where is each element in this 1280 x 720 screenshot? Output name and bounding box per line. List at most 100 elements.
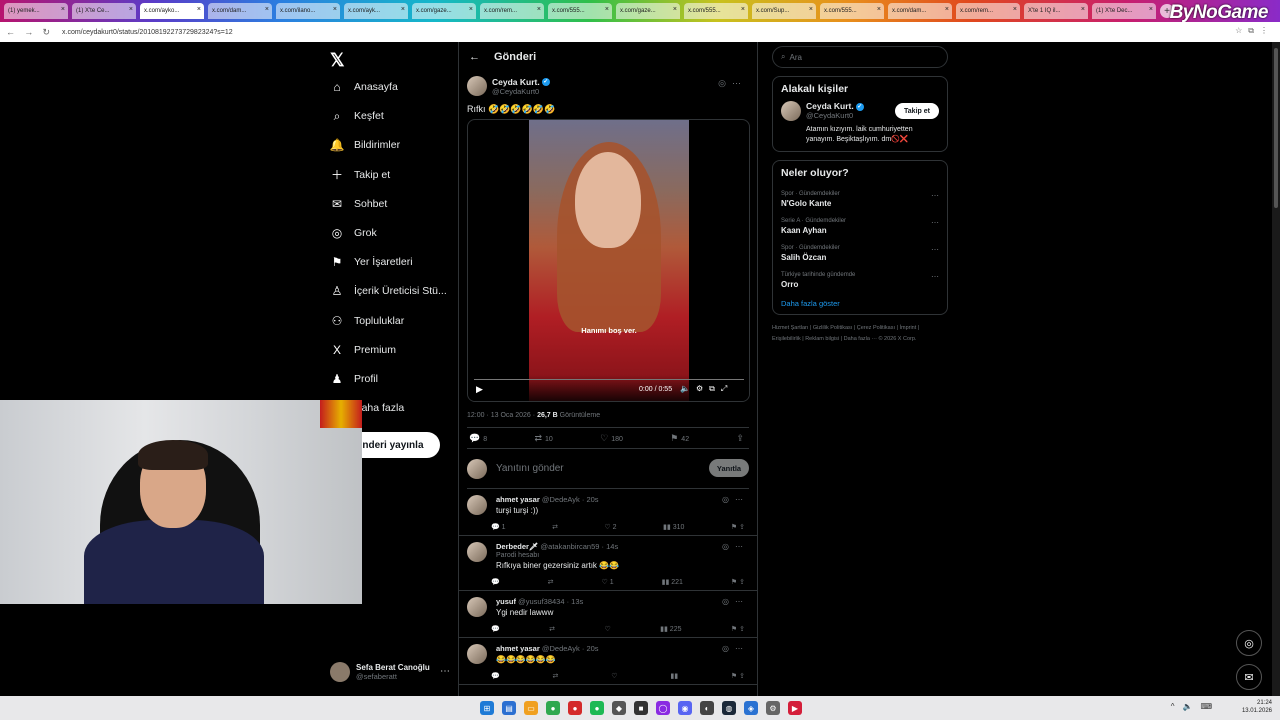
comment-item[interactable]: yusuf @yusuf38434 · 13s Ygi nedir lawww ◎⋯… — [459, 591, 757, 638]
nav-item-bookmark[interactable]: ⚑ Yer İşaretleri — [330, 255, 413, 269]
close-tab-icon[interactable]: × — [401, 6, 405, 13]
bookmark-action[interactable]: ⚑ 42 — [670, 433, 689, 444]
fullscreen-icon[interactable]: ⤢ — [721, 384, 733, 393]
reply-action[interactable]: 💬 — [491, 625, 500, 633]
like-action[interactable]: ♡ 2 — [604, 523, 616, 531]
close-tab-icon[interactable]: × — [265, 6, 269, 13]
volume-icon[interactable]: 🔈 — [680, 384, 696, 393]
browser-tab[interactable]: x.com/Sup... × — [752, 3, 816, 19]
nav-item-creator[interactable]: ♙ İçerik Üreticisi Stü... — [330, 284, 447, 298]
commenter-handle[interactable]: @atakanbircan59 · 14s — [541, 542, 619, 551]
browser-tab[interactable]: x.com/555... × — [820, 3, 884, 19]
views-action[interactable]: ▮▮ 310 — [663, 523, 684, 531]
close-tab-icon[interactable]: × — [333, 6, 337, 13]
bookmark-icon[interactable]: ⚑ ⇪ — [731, 672, 745, 680]
chrome-icon[interactable]: ● — [546, 701, 560, 715]
author-name[interactable]: Ceyda Kurt. — [492, 77, 540, 87]
reply-button[interactable]: Yanıtla — [709, 459, 749, 477]
views-action[interactable]: ▮▮ 221 — [662, 578, 683, 586]
follow-button[interactable]: Takip et — [895, 103, 939, 119]
trend-item[interactable]: Türkiye tarihinde gündemde Orro ⋯ — [781, 272, 939, 289]
close-tab-icon[interactable]: × — [809, 6, 813, 13]
nav-item-communities[interactable]: ⚇ Topluluklar — [330, 314, 405, 328]
close-tab-icon[interactable]: × — [945, 6, 949, 13]
app-icon[interactable]: ● — [568, 701, 582, 715]
commenter-handle[interactable]: @DedeAyk · 20s — [542, 495, 599, 504]
browser-tab[interactable]: (1) yemek... × — [4, 3, 68, 19]
repost-action[interactable]: ⇄ — [549, 625, 555, 633]
browser-tab[interactable]: x.com/555... × — [548, 3, 612, 19]
repost-action[interactable]: ⇄ — [552, 523, 558, 531]
app-icon[interactable]: ◈ — [744, 701, 758, 715]
repost-action[interactable]: ⇄ — [553, 672, 559, 680]
app-icon[interactable]: ◆ — [612, 701, 626, 715]
browser-tab[interactable]: x.com/ayko... × — [140, 3, 204, 19]
x-logo-icon[interactable]: 𝕏 — [330, 50, 345, 71]
commenter-name[interactable]: Derbeder🗡 — [496, 542, 538, 551]
avatar[interactable] — [467, 495, 487, 515]
commenter-handle[interactable]: @yusuf38434 · 13s — [518, 597, 583, 606]
commenter-name[interactable]: ahmet yasar — [496, 644, 540, 653]
close-tab-icon[interactable]: × — [605, 6, 609, 13]
more-dots-icon[interactable]: ⋯ — [735, 495, 749, 504]
nav-item-follow[interactable]: ＋ Takip et — [330, 168, 390, 182]
settings-icon[interactable]: ⚙ — [766, 701, 780, 715]
comment-item[interactable]: ahmet yasar @DedeAyk · 20s 😂😂😂😂😂😂 ◎⋯ 💬 ⇄ ♡ … — [459, 638, 757, 685]
browser-tab[interactable]: X'te 1 IQ il... × — [1024, 3, 1088, 19]
bookmark-icon[interactable]: ⚑ ⇪ — [731, 523, 745, 531]
video-player[interactable]: Hanımı boş ver. ▶ 0:00 / 0:55 🔈⚙⧉⤢ — [467, 119, 750, 402]
video-progress-bar[interactable] — [474, 379, 744, 380]
repost-action[interactable]: ⇄ — [548, 578, 554, 586]
discord-icon[interactable]: ◉ — [678, 701, 692, 715]
close-tab-icon[interactable]: × — [741, 6, 745, 13]
nav-item-bell[interactable]: 🔔 Bildirimler — [330, 138, 401, 152]
browser-tab[interactable]: x.com/dam... × — [208, 3, 272, 19]
menu-icon[interactable]: ⋮ — [1260, 26, 1274, 35]
grok-icon[interactable]: ◎ — [722, 542, 735, 551]
browser-tab[interactable]: x.com/gaze... × — [412, 3, 476, 19]
more-dots-icon[interactable]: ⋯ — [931, 272, 939, 281]
system-tray[interactable]: ^🔈⌨ — [1171, 702, 1220, 711]
like-action[interactable]: ♡ — [611, 672, 617, 680]
repost-action[interactable]: ⇄ 10 — [534, 433, 552, 444]
more-dots-icon[interactable]: ⋯ — [440, 666, 450, 677]
reload-icon[interactable]: ↻ — [42, 27, 50, 38]
like-action[interactable]: ♡ — [604, 625, 610, 633]
comment-item[interactable]: Derbeder🗡 @atakanbircan59 · 14s Parodi he… — [459, 536, 757, 591]
play-icon[interactable]: ▶ — [476, 384, 483, 395]
grok-icon[interactable]: ◎ — [718, 78, 732, 88]
scrollbar[interactable] — [1272, 42, 1280, 696]
nav-item-grok[interactable]: ◎ Grok — [330, 226, 377, 240]
grok-float-icon[interactable]: ◎ — [1236, 630, 1262, 656]
browser-tab[interactable]: x.com/dam... × — [888, 3, 952, 19]
more-dots-icon[interactable]: ⋯ — [735, 542, 749, 551]
extensions-icon[interactable]: ⧉ — [1248, 26, 1260, 35]
nav-item-x-premium[interactable]: X Premium — [330, 343, 396, 357]
back-arrow-icon[interactable]: ← — [469, 51, 480, 63]
search-input[interactable]: ⌕ Ara — [772, 46, 948, 68]
footer-links[interactable]: Hizmet Şartları | Gizlilik Politikası | … — [772, 323, 948, 346]
reply-action[interactable]: 💬 8 — [469, 433, 487, 444]
avatar[interactable] — [467, 644, 487, 664]
settings-icon[interactable]: ⚙ — [696, 384, 709, 393]
browser-tab[interactable]: x.com/ilano... × — [276, 3, 340, 19]
app-icon[interactable]: ■ — [634, 701, 648, 715]
share-icon[interactable]: ⇪ — [736, 433, 744, 444]
pip-icon[interactable]: ⧉ — [709, 384, 721, 393]
nav-item-search[interactable]: ⌕ Keşfet — [330, 109, 384, 123]
like-action[interactable]: ♡ 180 — [600, 433, 623, 444]
close-tab-icon[interactable]: × — [197, 6, 201, 13]
trend-item[interactable]: Spor · Gündemdekiler Salih Özcan ⋯ — [781, 245, 939, 262]
forward-arrow-icon[interactable]: → — [24, 27, 33, 38]
spotify-icon[interactable]: ● — [590, 701, 604, 715]
bookmark-icon[interactable]: ⚑ ⇪ — [731, 578, 745, 586]
reply-action[interactable]: 💬 1 — [491, 523, 506, 531]
more-dots-icon[interactable]: ⋯ — [931, 245, 939, 254]
messages-float-icon[interactable]: ✉ — [1236, 664, 1262, 690]
url-field[interactable]: x.com/ceydakurt0/status/2010819227372982… — [62, 29, 233, 36]
app-icon[interactable]: ◐ — [700, 701, 714, 715]
views-action[interactable]: ▮▮ 225 — [660, 625, 681, 633]
close-tab-icon[interactable]: × — [129, 6, 133, 13]
more-dots-icon[interactable]: ⋯ — [735, 644, 749, 653]
app-icon[interactable]: ▶ — [788, 701, 802, 715]
